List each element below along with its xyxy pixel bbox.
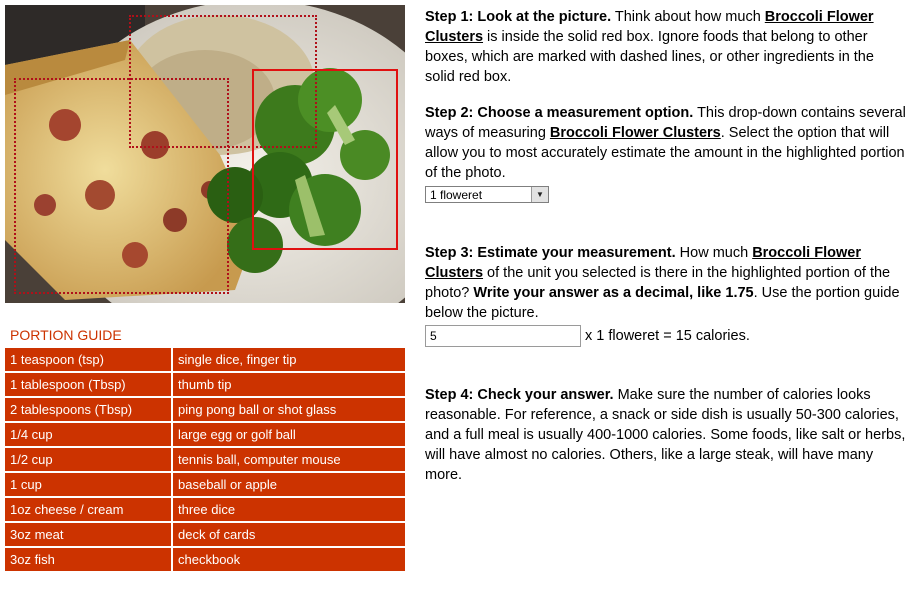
step-1-heading: Step 1: Look at the picture. [425,9,612,25]
portion-guide-row: 1/2 cup tennis ball, computer mouse [5,448,405,473]
portion-guide-row: 3oz fish checkbook [5,548,405,573]
portion-measure: 1 tablespoon (Tbsp) [5,373,173,398]
portion-comparison: baseball or apple [173,473,405,498]
portion-measure: 1 teaspoon (tsp) [5,348,173,373]
portion-comparison: deck of cards [173,523,405,548]
measurement-select-value: 1 floweret [430,188,483,202]
portion-guide-table: 1 teaspoon (tsp) single dice, finger tip 1… [5,348,405,573]
step-2-food-name: Broccoli Flower Clusters [549,125,721,141]
portion-comparison: single dice, finger tip [173,348,405,373]
step-1: Step 1: Look at the picture. Think about… [425,7,907,87]
measurement-select[interactable]: 1 floweret ▼ [425,186,549,203]
portion-guide-row: 3oz meat deck of cards [5,523,405,548]
step-3-bold-instruction: Write your answer as a decimal, like 1.7… [473,285,754,301]
portion-guide-row: 1 cup baseball or apple [5,473,405,498]
amount-input[interactable] [425,325,581,347]
portion-guide-row: 1 teaspoon (tsp) single dice, finger tip [5,348,405,373]
solid-box-broccoli [252,69,398,250]
portion-measure: 1/2 cup [5,448,173,473]
step-2-heading: Step 2: Choose a measurement option. [425,105,694,121]
portion-guide-row: 1 tablespoon (Tbsp) thumb tip [5,373,405,398]
portion-measure: 1 cup [5,473,173,498]
portion-comparison: thumb tip [173,373,405,398]
calorie-result-text: x 1 floweret = 15 calories. [581,327,750,344]
portion-guide-row: 1/4 cup large egg or golf ball [5,423,405,448]
chevron-down-icon[interactable]: ▼ [531,187,548,202]
portion-guide-row: 1oz cheese / cream three dice [5,498,405,523]
step-1-text-a: Think about how much [611,9,765,25]
dashed-box-pizza [14,78,229,294]
portion-comparison: checkbook [173,548,405,573]
step-3: Step 3: Estimate your measurement. How m… [425,243,907,347]
portion-guide-row: 2 tablespoons (Tbsp) ping pong ball or sh… [5,398,405,423]
portion-comparison: three dice [173,498,405,523]
portion-measure: 1oz cheese / cream [5,498,173,523]
portion-comparison: tennis ball, computer mouse [173,448,405,473]
portion-comparison: ping pong ball or shot glass [173,398,405,423]
portion-measure: 2 tablespoons (Tbsp) [5,398,173,423]
portion-measure: 3oz fish [5,548,173,573]
step-1-text-b: is inside the solid red box. Ignore food… [425,29,874,85]
step-2: Step 2: Choose a measurement option. Thi… [425,103,907,205]
step-4: Step 4: Check your answer. Make sure the… [425,385,907,485]
portion-measure: 3oz meat [5,523,173,548]
portion-comparison: large egg or golf ball [173,423,405,448]
food-photo [5,5,405,303]
portion-measure: 1/4 cup [5,423,173,448]
step-4-heading: Step 4: Check your answer. [425,387,614,403]
step-3-heading: Step 3: Estimate your measurement. [425,245,676,261]
portion-guide-title: PORTION GUIDE [10,327,122,343]
step-3-text-a: How much [675,245,753,261]
